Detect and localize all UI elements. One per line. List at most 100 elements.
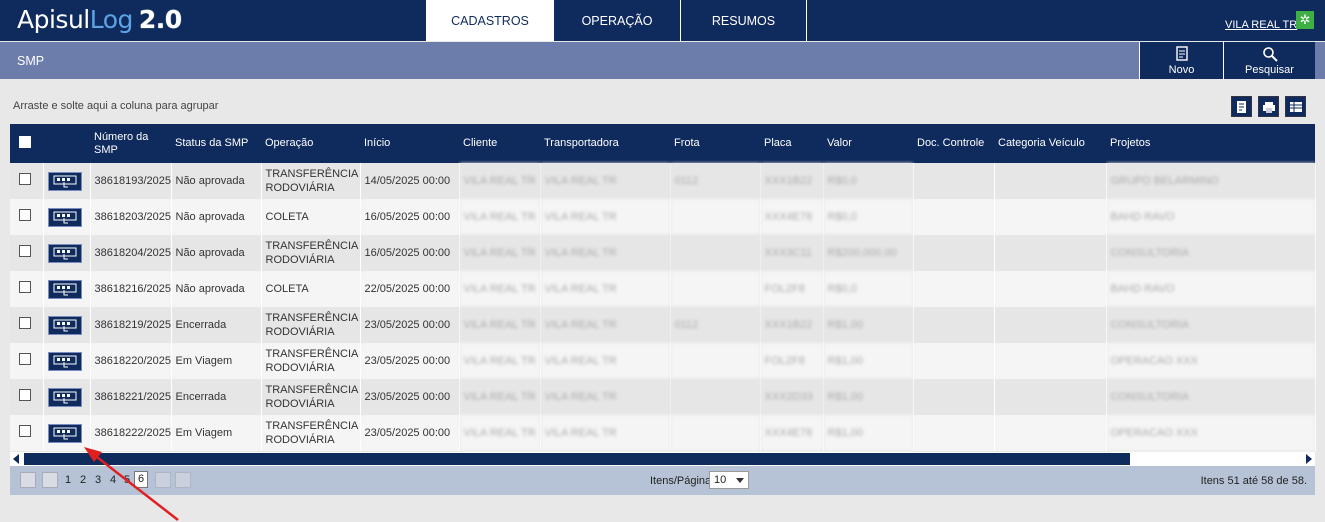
hand-pointer-icon[interactable] (47, 279, 82, 299)
export-toolbar (1231, 96, 1306, 117)
cell-transportadora: VILA REAL TR (540, 163, 671, 199)
first-page-icon[interactable] (20, 472, 36, 488)
cell-frota (670, 199, 761, 235)
scroll-right-icon[interactable] (1306, 454, 1312, 464)
header-categoria-veiculo[interactable]: Categoria Veículo (994, 124, 1106, 163)
header-inicio[interactable]: Início (360, 124, 459, 163)
row-checkbox[interactable] (10, 271, 44, 307)
header-doc-controle[interactable]: Doc. Controle (913, 124, 994, 163)
app-logo: ApisulLog 2.0 (17, 5, 182, 34)
header-operacao[interactable]: Operação (261, 124, 360, 163)
cell-operacao: COLETA (261, 199, 361, 235)
table-row[interactable]: 38618220/2025 Em Viagem TRANSFERÊNCIA RODO… (10, 343, 1316, 379)
cell-cat (994, 271, 1107, 307)
page-3[interactable]: 3 (95, 474, 101, 486)
header-numero[interactable]: Número da SMP (90, 124, 171, 163)
row-checkbox[interactable] (10, 163, 44, 199)
hand-pointer-icon[interactable] (47, 351, 82, 371)
hand-pointer-icon[interactable] (47, 315, 82, 335)
page-1[interactable]: 1 (65, 474, 71, 486)
scroll-thumb[interactable] (24, 453, 1130, 465)
cell-transportadora: VILA REAL TR (540, 307, 671, 343)
table-row[interactable]: 38618193/2025 Não aprovada TRANSFERÊNCIA R… (10, 163, 1316, 199)
hand-pointer-icon[interactable] (47, 171, 82, 191)
row-checkbox[interactable] (10, 379, 44, 415)
user-link[interactable]: VILA REAL TR (1225, 19, 1297, 31)
cell-cliente: VILA REAL TR (459, 235, 541, 271)
page-size-select[interactable]: 10 (709, 471, 749, 489)
table-row[interactable]: 38618216/2025 Não aprovada COLETA 22/05/202… (10, 271, 1316, 307)
header-status[interactable]: Status da SMP (171, 124, 261, 163)
hand-pointer-icon[interactable] (47, 387, 82, 407)
header-projetos[interactable]: Projetos (1106, 124, 1315, 163)
export-pdf-icon[interactable] (1231, 96, 1252, 117)
header-cliente[interactable]: Cliente (459, 124, 540, 163)
table-row[interactable]: 38618219/2025 Encerrada TRANSFERÊNCIA RODO… (10, 307, 1316, 343)
cell-valor: R$200,000.00 (823, 235, 914, 271)
cell-cliente: VILA REAL TR (459, 343, 541, 379)
cell-cat (994, 379, 1107, 415)
prev-page-icon[interactable] (42, 472, 58, 488)
cell-placa: FOL2F8 (760, 271, 824, 307)
table-row[interactable]: 38618204/2025 Não aprovada TRANSFERÊNCIA R… (10, 235, 1316, 271)
page-title: SMP (17, 54, 45, 68)
cell-placa: XXX4E78 (760, 199, 824, 235)
cell-cat (994, 235, 1107, 271)
row-checkbox[interactable] (10, 235, 44, 271)
next-page-icon[interactable] (155, 472, 171, 488)
cell-cliente: VILA REAL TR (459, 415, 541, 451)
hand-pointer-icon[interactable] (47, 243, 82, 263)
cell-valor: R$0,0 (823, 199, 914, 235)
cell-doc (913, 379, 995, 415)
last-page-icon[interactable] (175, 472, 191, 488)
horizontal-scrollbar[interactable] (10, 452, 1315, 466)
header-frota[interactable]: Frota (670, 124, 760, 163)
search-button[interactable]: Pesquisar (1223, 42, 1315, 79)
page-4[interactable]: 4 (110, 474, 116, 486)
cell-doc (913, 415, 995, 451)
header-transportadora[interactable]: Transportadora (540, 124, 670, 163)
row-checkbox[interactable] (10, 307, 44, 343)
row-checkbox[interactable] (10, 199, 44, 235)
gear-icon[interactable]: ✲ (1296, 11, 1314, 29)
cell-operacao: TRANSFERÊNCIA RODOVIÁRIA (261, 235, 361, 271)
cell-valor: R$0,0 (823, 271, 914, 307)
hand-pointer-icon[interactable] (47, 423, 82, 443)
scroll-left-icon[interactable] (13, 454, 19, 464)
cell-inicio: 23/05/2025 00:00 (360, 307, 460, 343)
export-excel-icon[interactable] (1285, 96, 1306, 117)
table-row[interactable]: 38618221/2025 Encerrada TRANSFERÊNCIA RODO… (10, 379, 1316, 415)
header-placa[interactable]: Placa (760, 124, 823, 163)
hand-pointer-icon[interactable] (47, 207, 82, 227)
row-checkbox[interactable] (10, 343, 44, 379)
header-valor[interactable]: Valor (823, 124, 913, 163)
cell-valor: R$1,00 (823, 379, 914, 415)
cell-placa: FOL2F8 (760, 343, 824, 379)
cell-doc (913, 199, 995, 235)
cell-status: Em Viagem (171, 343, 262, 379)
cell-cliente: VILA REAL TR (459, 379, 541, 415)
cell-placa: XXX4E78 (760, 415, 824, 451)
cell-status: Não aprovada (171, 235, 262, 271)
cell-frota (670, 343, 761, 379)
row-checkbox[interactable] (10, 415, 44, 451)
pager: 1 2 3 4 5 6 Itens/Página: 10 Itens 51 at… (10, 466, 1315, 495)
page-2[interactable]: 2 (80, 474, 86, 486)
group-drop-area[interactable]: Arraste e solte aqui a coluna para agrup… (13, 100, 218, 112)
print-icon[interactable] (1258, 96, 1279, 117)
new-button[interactable]: Novo (1139, 42, 1223, 79)
tab-cadastros[interactable]: CADASTROS (426, 0, 553, 41)
cell-frota (670, 271, 761, 307)
tab-resumos[interactable]: RESUMOS (680, 0, 807, 41)
cell-placa: XXX3C11 (760, 235, 824, 271)
tab-operacao[interactable]: OPERAÇÃO (553, 0, 680, 41)
select-all-checkbox[interactable] (10, 124, 43, 163)
main-nav: CADASTROS OPERAÇÃO RESUMOS (426, 0, 807, 41)
cell-cat (994, 307, 1107, 343)
cell-numero: 38618204/2025 (90, 235, 172, 271)
section-bar: SMP Novo Pesquisar (0, 42, 1325, 79)
page-5[interactable]: 5 (124, 474, 130, 486)
table-row[interactable]: 38618222/2025 Em Viagem TRANSFERÊNCIA RODO… (10, 415, 1316, 451)
table-row[interactable]: 38618203/2025 Não aprovada COLETA 16/05/202… (10, 199, 1316, 235)
cell-inicio: 16/05/2025 00:00 (360, 235, 460, 271)
